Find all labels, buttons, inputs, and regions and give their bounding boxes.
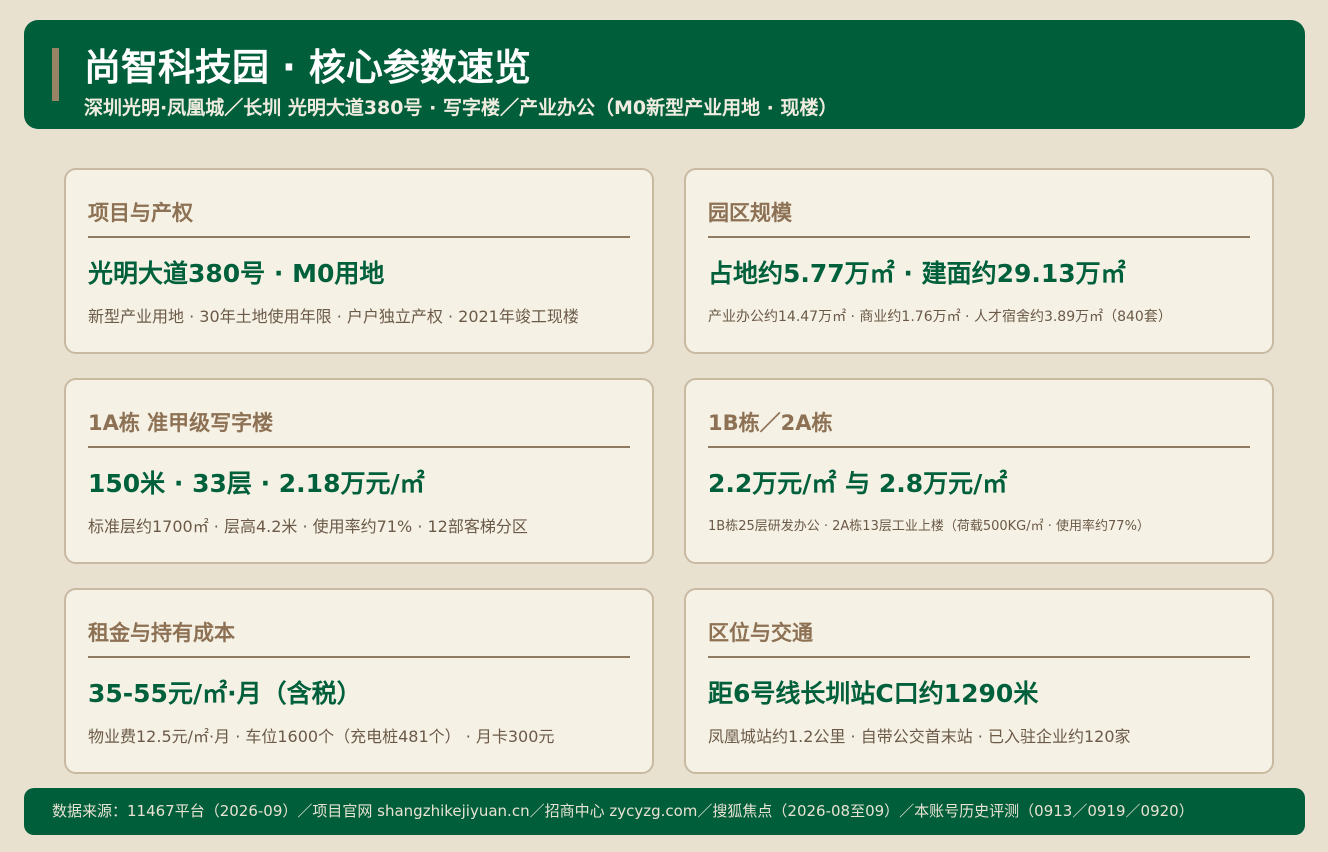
card-park-scale: 园区规模 占地约5.77万㎡ · 建面约29.13万㎡ 产业办公约14.47万㎡…	[684, 168, 1274, 354]
footer-banner: 数据来源：11467平台（2026-09）／项目官网 shangzhikejiy…	[24, 788, 1305, 835]
card-divider	[88, 236, 630, 238]
card-divider	[708, 656, 1250, 658]
card-rent-costs: 租金与持有成本 35-55元/㎡·月（含税） 物业费12.5元/㎡·月 · 车位…	[64, 588, 654, 774]
card-detail: 新型产业用地 · 30年土地使用年限 · 户户独立产权 · 2021年竣工现楼	[88, 307, 579, 326]
card-detail: 物业费12.5元/㎡·月 · 车位1600个（充电桩481个） · 月卡300元	[88, 727, 555, 746]
card-detail: 凤凰城站约1.2公里 · 自带公交首末站 · 已入驻企业约120家	[708, 727, 1131, 746]
card-divider	[708, 446, 1250, 448]
card-building-1a: 1A栋 准甲级写字楼 150米 · 33层 · 2.18万元/㎡ 标准层约170…	[64, 378, 654, 564]
card-project-ownership: 项目与产权 光明大道380号 · M0用地 新型产业用地 · 30年土地使用年限…	[64, 168, 654, 354]
card-headline: 占地约5.77万㎡ · 建面约29.13万㎡	[708, 259, 1126, 288]
card-headline: 35-55元/㎡·月（含税）	[88, 679, 362, 708]
card-building-1b-2a: 1B栋／2A栋 2.2万元/㎡ 与 2.8万元/㎡ 1B栋25层研发办公 · 2…	[684, 378, 1274, 564]
card-headline: 150米 · 33层 · 2.18万元/㎡	[88, 469, 425, 498]
page-subtitle: 深圳光明·凤凰城／长圳 光明大道380号 · 写字楼／产业办公（M0新型产业用地…	[84, 97, 838, 119]
page-title: 尚智科技园 · 核心参数速览	[84, 46, 531, 89]
header-banner: 尚智科技园 · 核心参数速览 深圳光明·凤凰城／长圳 光明大道380号 · 写字…	[24, 20, 1305, 129]
card-detail: 标准层约1700㎡ · 层高4.2米 · 使用率约71% · 12部客梯分区	[88, 517, 528, 536]
card-title: 项目与产权	[88, 201, 193, 225]
card-title: 园区规模	[708, 201, 792, 225]
card-title: 1A栋 准甲级写字楼	[88, 411, 274, 435]
card-headline: 光明大道380号 · M0用地	[88, 259, 385, 288]
card-headline: 2.2万元/㎡ 与 2.8万元/㎡	[708, 469, 1008, 498]
data-source-note: 数据来源：11467平台（2026-09）／项目官网 shangzhikejiy…	[52, 802, 1194, 820]
card-location-transport: 区位与交通 距6号线长圳站C口约1290米 凤凰城站约1.2公里 · 自带公交首…	[684, 588, 1274, 774]
card-divider	[708, 236, 1250, 238]
card-title: 租金与持有成本	[88, 621, 235, 645]
card-title: 区位与交通	[708, 621, 813, 645]
card-detail: 产业办公约14.47万㎡ · 商业约1.76万㎡ · 人才宿舍约3.89万㎡（8…	[708, 309, 1172, 325]
card-divider	[88, 446, 630, 448]
card-detail: 1B栋25层研发办公 · 2A栋13层工业上楼（荷载500KG/㎡ · 使用率约…	[708, 519, 1150, 534]
header-accent-bar	[52, 48, 59, 101]
card-divider	[88, 656, 630, 658]
card-title: 1B栋／2A栋	[708, 411, 833, 435]
card-headline: 距6号线长圳站C口约1290米	[708, 679, 1039, 708]
